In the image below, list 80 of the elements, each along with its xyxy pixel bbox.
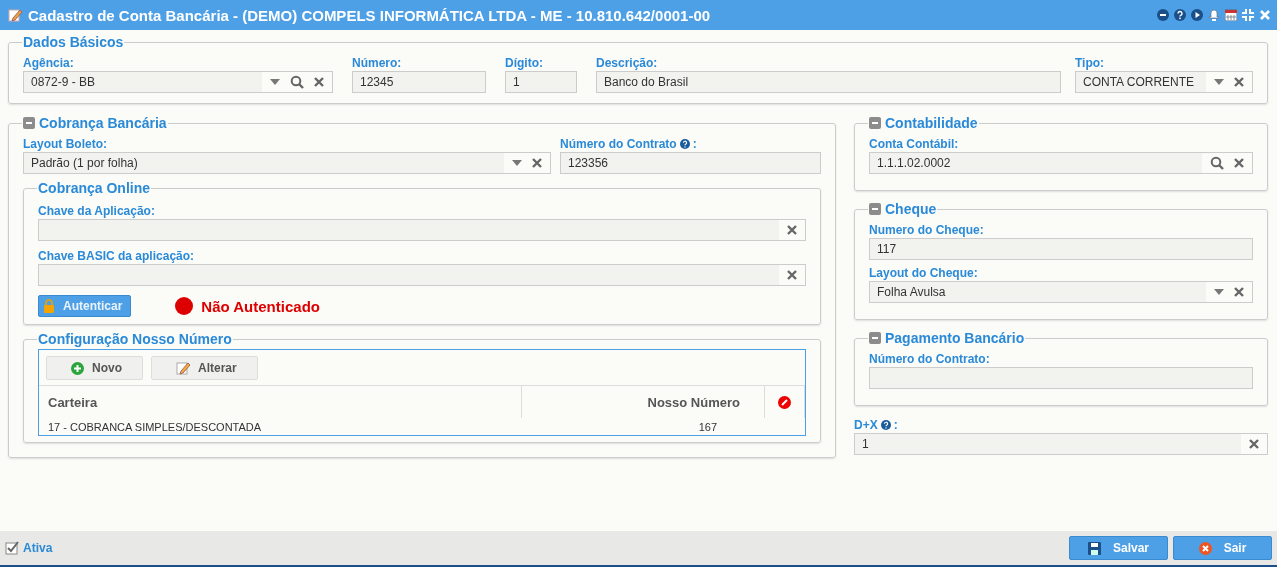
field-label: D+X xyxy=(854,417,878,432)
field-label: Descrição: xyxy=(596,55,658,70)
field-label: Dígito: xyxy=(505,55,543,70)
close-icon xyxy=(1198,541,1212,555)
panel-title: Configuração Nosso Número xyxy=(38,331,232,347)
panel-title: Pagamento Bancário xyxy=(885,330,1025,346)
caret-icon[interactable] xyxy=(1214,289,1224,295)
edit-icon xyxy=(8,8,22,22)
bell-icon[interactable] xyxy=(1208,9,1220,21)
column-header[interactable]: Carteira xyxy=(39,386,522,418)
toggle-icon[interactable] xyxy=(1157,9,1169,21)
field-label: Tipo: xyxy=(1075,55,1105,70)
floppy-icon xyxy=(1088,541,1101,555)
delete-icon[interactable] xyxy=(778,395,791,409)
help-icon[interactable] xyxy=(1174,9,1186,21)
agency-field[interactable]: 0872-9 - BB xyxy=(23,71,333,93)
window-title: Cadastro de Conta Bancária - (DEMO) COMPELS INFORMÁTICA LTDA - ME - 10.810.642/0001-00 xyxy=(28,6,711,24)
play-icon[interactable] xyxy=(1191,9,1203,21)
clear-icon[interactable] xyxy=(314,77,324,87)
edit-button[interactable]: Alterar xyxy=(151,356,258,380)
clear-icon[interactable] xyxy=(1234,77,1244,87)
help-icon[interactable] xyxy=(679,138,690,149)
status-text: Não Autenticado xyxy=(201,297,320,315)
label-colon: : xyxy=(692,136,697,151)
table-cell-text: 17 - COBRANCA SIMPLES/DESCONTADA xyxy=(47,419,263,435)
digit-field[interactable]: 1 xyxy=(505,71,577,93)
clear-icon[interactable] xyxy=(1234,158,1244,168)
new-button[interactable]: Novo xyxy=(46,356,143,380)
input-field[interactable]: 117 xyxy=(869,238,1253,260)
input-field[interactable] xyxy=(869,367,1253,389)
panel-title: Contabilidade xyxy=(885,115,978,131)
field-label: Chave da Aplicação: xyxy=(38,203,155,218)
clear-icon[interactable] xyxy=(787,270,797,280)
input-field[interactable]: 1.1.1.02.0002 xyxy=(869,152,1253,174)
clear-icon[interactable] xyxy=(532,158,542,168)
field-label: Layout Boleto: xyxy=(23,136,107,151)
panel-title: Dados Básicos xyxy=(23,34,124,50)
close-icon[interactable] xyxy=(1259,9,1271,21)
label-colon: : xyxy=(893,417,898,432)
input-field[interactable]: 123356 xyxy=(560,152,821,174)
field-label: Número do Contrato xyxy=(560,136,677,151)
checked-box-icon[interactable] xyxy=(5,541,19,555)
pencil-icon xyxy=(176,361,190,375)
caret-icon[interactable] xyxy=(270,79,280,85)
clear-icon[interactable] xyxy=(1234,287,1244,297)
caret-icon[interactable] xyxy=(1214,79,1224,85)
input-field[interactable]: Folha Avulsa xyxy=(869,281,1253,303)
caret-icon[interactable] xyxy=(512,160,522,166)
table-cell-text: 167 xyxy=(697,419,718,435)
field-label: Conta Contábil: xyxy=(869,136,959,151)
input-field[interactable]: 1 xyxy=(854,433,1268,455)
description-field[interactable]: Banco do Brasil xyxy=(596,71,1061,93)
collapse-icon[interactable] xyxy=(869,332,881,344)
search-icon[interactable] xyxy=(290,75,304,89)
type-field[interactable]: CONTA CORRENTE xyxy=(1075,71,1253,93)
collapse-icon[interactable] xyxy=(23,117,35,129)
compress-icon[interactable] xyxy=(1242,9,1254,21)
field-label: Agência: xyxy=(23,55,74,70)
field-label: Número do Contrato: xyxy=(869,351,990,366)
panel-title: Cobrança Bancária xyxy=(39,115,167,131)
input-field[interactable] xyxy=(38,219,806,241)
help-icon[interactable] xyxy=(880,419,891,430)
field-label: Numero do Cheque: xyxy=(869,222,984,237)
column-header[interactable]: Nosso Número xyxy=(522,386,765,418)
lock-icon xyxy=(43,299,55,313)
calendar-icon[interactable] xyxy=(1225,9,1237,21)
clear-icon[interactable] xyxy=(1249,439,1259,449)
input-field[interactable] xyxy=(38,264,806,286)
number-field[interactable]: 12345 xyxy=(352,71,486,93)
panel-title: Cobrança Online xyxy=(38,180,151,196)
collapse-icon[interactable] xyxy=(869,117,881,129)
search-icon[interactable] xyxy=(1210,156,1224,170)
collapse-icon[interactable] xyxy=(869,203,881,215)
field-label: Chave BASIC da aplicação: xyxy=(38,248,195,263)
field-label: Número: xyxy=(352,55,402,70)
clear-icon[interactable] xyxy=(787,225,797,235)
input-field[interactable]: Padrão (1 por folha) xyxy=(23,152,551,174)
plus-icon xyxy=(71,361,84,375)
field-label: Layout do Cheque: xyxy=(869,265,978,280)
panel-title: Cheque xyxy=(885,201,937,217)
